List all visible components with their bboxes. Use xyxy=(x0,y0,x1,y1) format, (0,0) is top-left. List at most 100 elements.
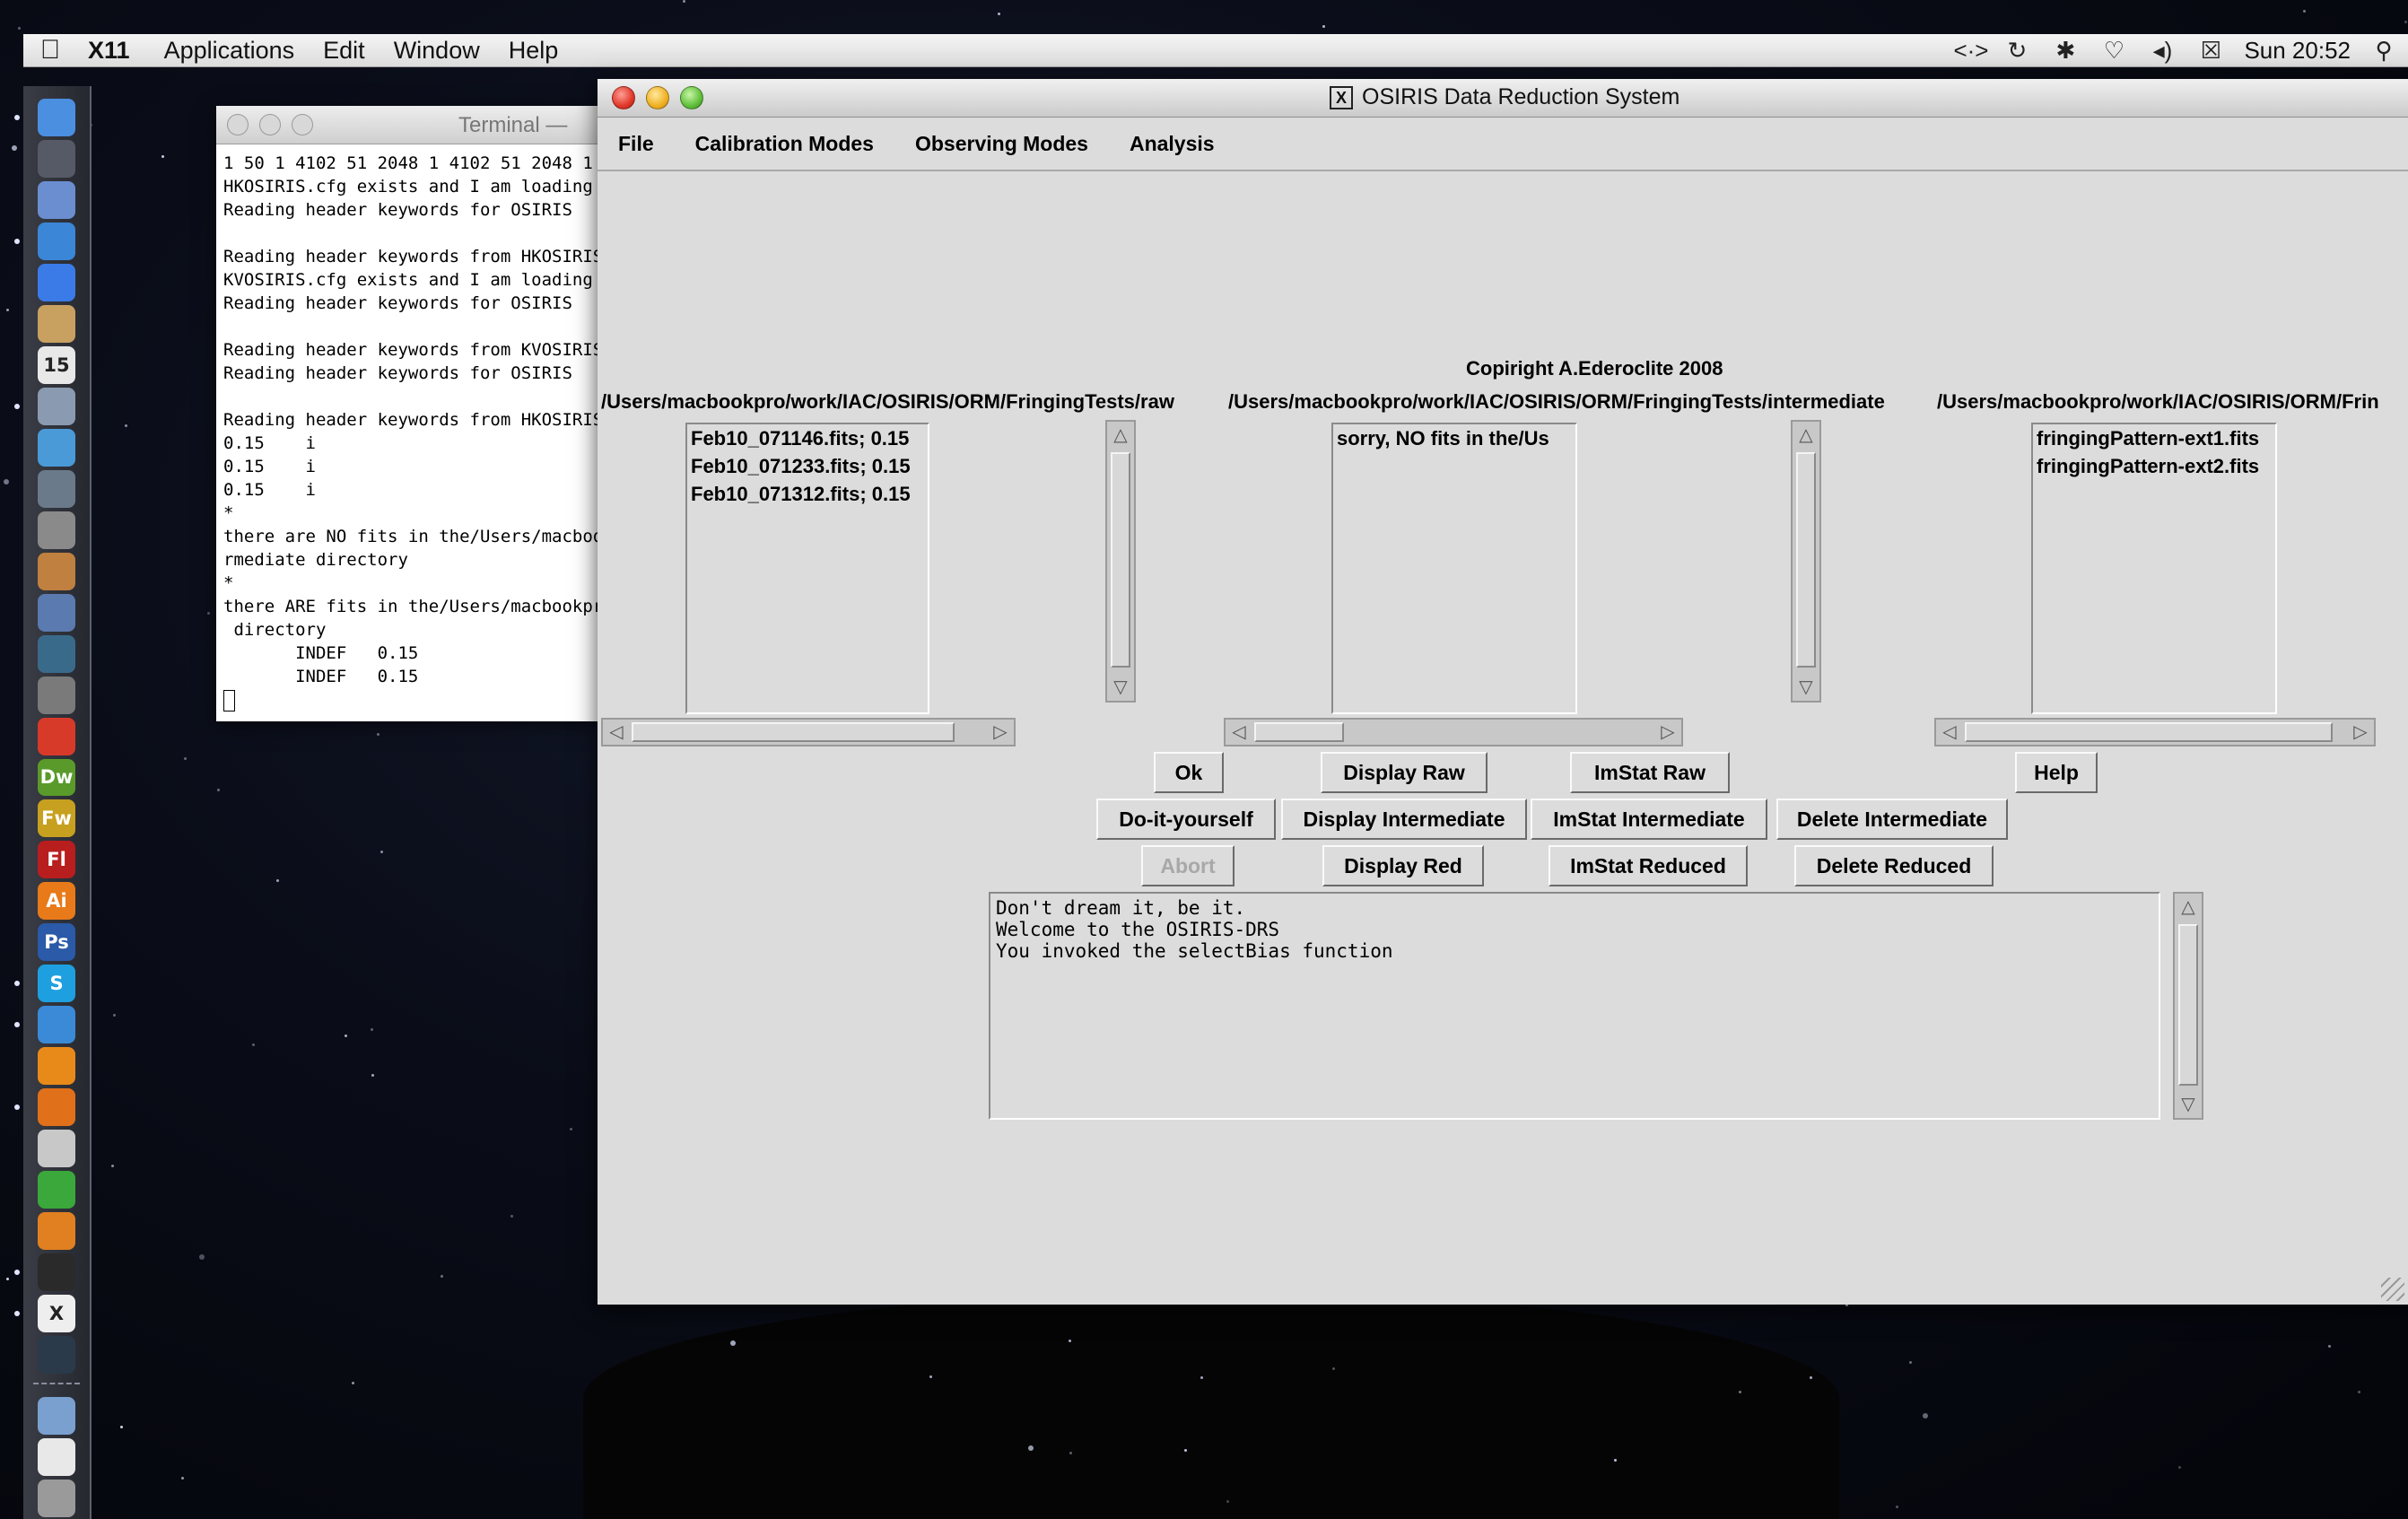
output-vertical-scrollbar[interactable]: △ ▽ xyxy=(2173,892,2203,1120)
menu-help[interactable]: Help xyxy=(494,37,573,65)
trash-icon[interactable] xyxy=(38,1479,75,1517)
imstat-intermediate-button[interactable]: ImStat Intermediate xyxy=(1531,799,1767,840)
scroll-down-arrow-icon[interactable]: ▽ xyxy=(2178,1093,2198,1116)
scroll-right-arrow-icon[interactable]: ▷ xyxy=(2349,720,2372,745)
terminal-output[interactable]: 1 50 1 4102 51 2048 1 4102 51 2048 1 HKO… xyxy=(216,144,602,711)
menu-analysis[interactable]: Analysis xyxy=(1109,132,1235,156)
activity-monitor-icon[interactable] xyxy=(38,1336,75,1375)
spaces-icon[interactable] xyxy=(38,593,75,632)
clock[interactable]: Sun 20:52 xyxy=(2244,37,2351,65)
menu-window[interactable]: Window xyxy=(380,37,494,65)
itunes-icon[interactable] xyxy=(38,428,75,467)
garageband-icon[interactable] xyxy=(38,552,75,590)
close-button[interactable] xyxy=(612,86,635,109)
terminal-titlebar[interactable]: Terminal — xyxy=(216,106,602,144)
list-item[interactable]: sorry, NO fits in the/Us xyxy=(1333,424,1575,452)
intermediate-vertical-scrollbar[interactable]: △ ▽ xyxy=(1791,420,1821,703)
reduced-files-list[interactable]: fringingPattern-ext1.fits fringingPatter… xyxy=(2031,423,2277,714)
scroll-thumb[interactable] xyxy=(1796,452,1816,668)
ichat-icon[interactable] xyxy=(38,263,75,301)
skype-icon[interactable]: S xyxy=(14,965,75,1003)
scroll-thumb[interactable] xyxy=(1965,722,2333,742)
raw-files-list[interactable]: Feb10_071146.fits; 0.15 Feb10_071233.fit… xyxy=(685,423,929,714)
preview-icon[interactable] xyxy=(14,387,75,425)
scroll-thumb[interactable] xyxy=(2178,924,2198,1086)
intermediate-files-list[interactable]: sorry, NO fits in the/Us xyxy=(1331,423,1577,714)
status-output[interactable]: Don't dream it, be it. Welcome to the OS… xyxy=(989,892,2160,1120)
wifi-icon[interactable]: ♡ xyxy=(2098,37,2129,65)
raw-vertical-scrollbar[interactable]: △ ▽ xyxy=(1105,420,1136,703)
ical-icon[interactable]: 15 xyxy=(38,345,75,384)
close-button[interactable] xyxy=(227,114,249,135)
vlc-icon[interactable] xyxy=(38,1047,75,1086)
documents-folder-icon[interactable] xyxy=(38,1397,75,1435)
scroll-down-arrow-icon[interactable]: ▽ xyxy=(1796,676,1816,699)
list-item[interactable]: Feb10_071146.fits; 0.15 xyxy=(687,424,928,452)
acrobat-icon[interactable] xyxy=(38,717,75,755)
x11-icon[interactable]: X xyxy=(14,1295,75,1333)
spotlight-search-icon[interactable]: ⚲ xyxy=(2369,37,2399,65)
safari-icon[interactable] xyxy=(14,222,75,260)
time-machine-icon[interactable]: ↻ xyxy=(2002,37,2032,65)
scroll-down-arrow-icon[interactable]: ▽ xyxy=(1111,676,1130,699)
terminal-icon[interactable] xyxy=(14,1253,75,1292)
iphoto-icon[interactable] xyxy=(38,469,75,508)
scroll-up-arrow-icon[interactable]: △ xyxy=(1111,423,1130,447)
scroll-left-arrow-icon[interactable]: ◁ xyxy=(1227,720,1251,745)
minimize-button[interactable] xyxy=(259,114,281,135)
system-preferences-icon[interactable] xyxy=(38,676,75,714)
display-red-button[interactable]: Display Red xyxy=(1322,845,1484,886)
dashboard-icon[interactable] xyxy=(38,139,75,178)
document-icon[interactable] xyxy=(38,1438,75,1476)
flash-icon[interactable]: Fl xyxy=(38,841,75,879)
menu-observing-modes[interactable]: Observing Modes xyxy=(894,132,1109,156)
osiris-titlebar[interactable]: X OSIRIS Data Reduction System xyxy=(598,79,2408,118)
scroll-thumb[interactable] xyxy=(632,722,955,742)
intermediate-horizontal-scrollbar[interactable]: ◁ ▷ xyxy=(1224,718,1683,746)
photoshop-icon[interactable]: Ps xyxy=(38,923,75,962)
battery-icon[interactable]: ☒ xyxy=(2195,37,2226,65)
menu-file[interactable]: File xyxy=(598,132,675,156)
help-button[interactable]: Help xyxy=(2015,752,2098,793)
fireworks-icon[interactable]: Fw xyxy=(38,799,75,838)
list-item[interactable]: Feb10_071312.fits; 0.15 xyxy=(687,480,928,508)
zoom-button[interactable] xyxy=(680,86,703,109)
scroll-thumb[interactable] xyxy=(1111,452,1130,668)
abort-button[interactable]: Abort xyxy=(1141,845,1235,886)
imstat-reduced-button[interactable]: ImStat Reduced xyxy=(1549,845,1748,886)
delete-reduced-button[interactable]: Delete Reduced xyxy=(1794,845,1994,886)
list-item[interactable]: fringingPattern-ext2.fits xyxy=(2033,452,2275,480)
apple-logo-icon[interactable]:  xyxy=(23,35,77,65)
scroll-up-arrow-icon[interactable]: △ xyxy=(1796,423,1816,447)
firefox-icon[interactable] xyxy=(14,1088,75,1127)
list-item[interactable]: Feb10_071233.fits; 0.15 xyxy=(687,452,928,480)
minimize-button[interactable] xyxy=(646,86,669,109)
ok-button[interactable]: Ok xyxy=(1154,752,1224,793)
code-arrows-icon[interactable]: <·> xyxy=(1953,37,1988,65)
scroll-up-arrow-icon[interactable]: △ xyxy=(2178,895,2198,919)
illustrator-icon[interactable]: Ai xyxy=(38,882,75,921)
resize-grip-icon[interactable] xyxy=(2381,1278,2404,1301)
pages-icon[interactable] xyxy=(38,1212,75,1251)
bluetooth-icon[interactable]: ✱ xyxy=(2050,37,2081,65)
drive-icon[interactable] xyxy=(38,1130,75,1168)
scroll-right-arrow-icon[interactable]: ▷ xyxy=(1656,720,1679,745)
menu-calibration-modes[interactable]: Calibration Modes xyxy=(675,132,894,156)
imovie-icon[interactable] xyxy=(38,511,75,549)
list-item[interactable]: fringingPattern-ext1.fits xyxy=(2033,424,2275,452)
menu-edit[interactable]: Edit xyxy=(309,37,380,65)
scroll-thumb[interactable] xyxy=(1254,722,1344,742)
raw-horizontal-scrollbar[interactable]: ◁ ▷ xyxy=(601,718,1016,746)
menu-app-name[interactable]: X11 xyxy=(77,37,150,65)
scroll-left-arrow-icon[interactable]: ◁ xyxy=(1938,720,1961,745)
reduced-horizontal-scrollbar[interactable]: ◁ ▷ xyxy=(1934,718,2376,746)
delete-intermediate-button[interactable]: Delete Intermediate xyxy=(1776,799,2008,840)
address-book-icon[interactable] xyxy=(38,304,75,343)
scroll-right-arrow-icon[interactable]: ▷ xyxy=(989,720,1012,745)
volume-icon[interactable]: ◂) xyxy=(2147,37,2177,65)
network-icon[interactable] xyxy=(38,1171,75,1209)
display-intermediate-button[interactable]: Display Intermediate xyxy=(1281,799,1527,840)
terminal-window[interactable]: Terminal — 1 50 1 4102 51 2048 1 4102 51… xyxy=(216,106,602,721)
imstat-raw-button[interactable]: ImStat Raw xyxy=(1570,752,1730,793)
dreamweaver-icon[interactable]: Dw xyxy=(38,758,75,797)
